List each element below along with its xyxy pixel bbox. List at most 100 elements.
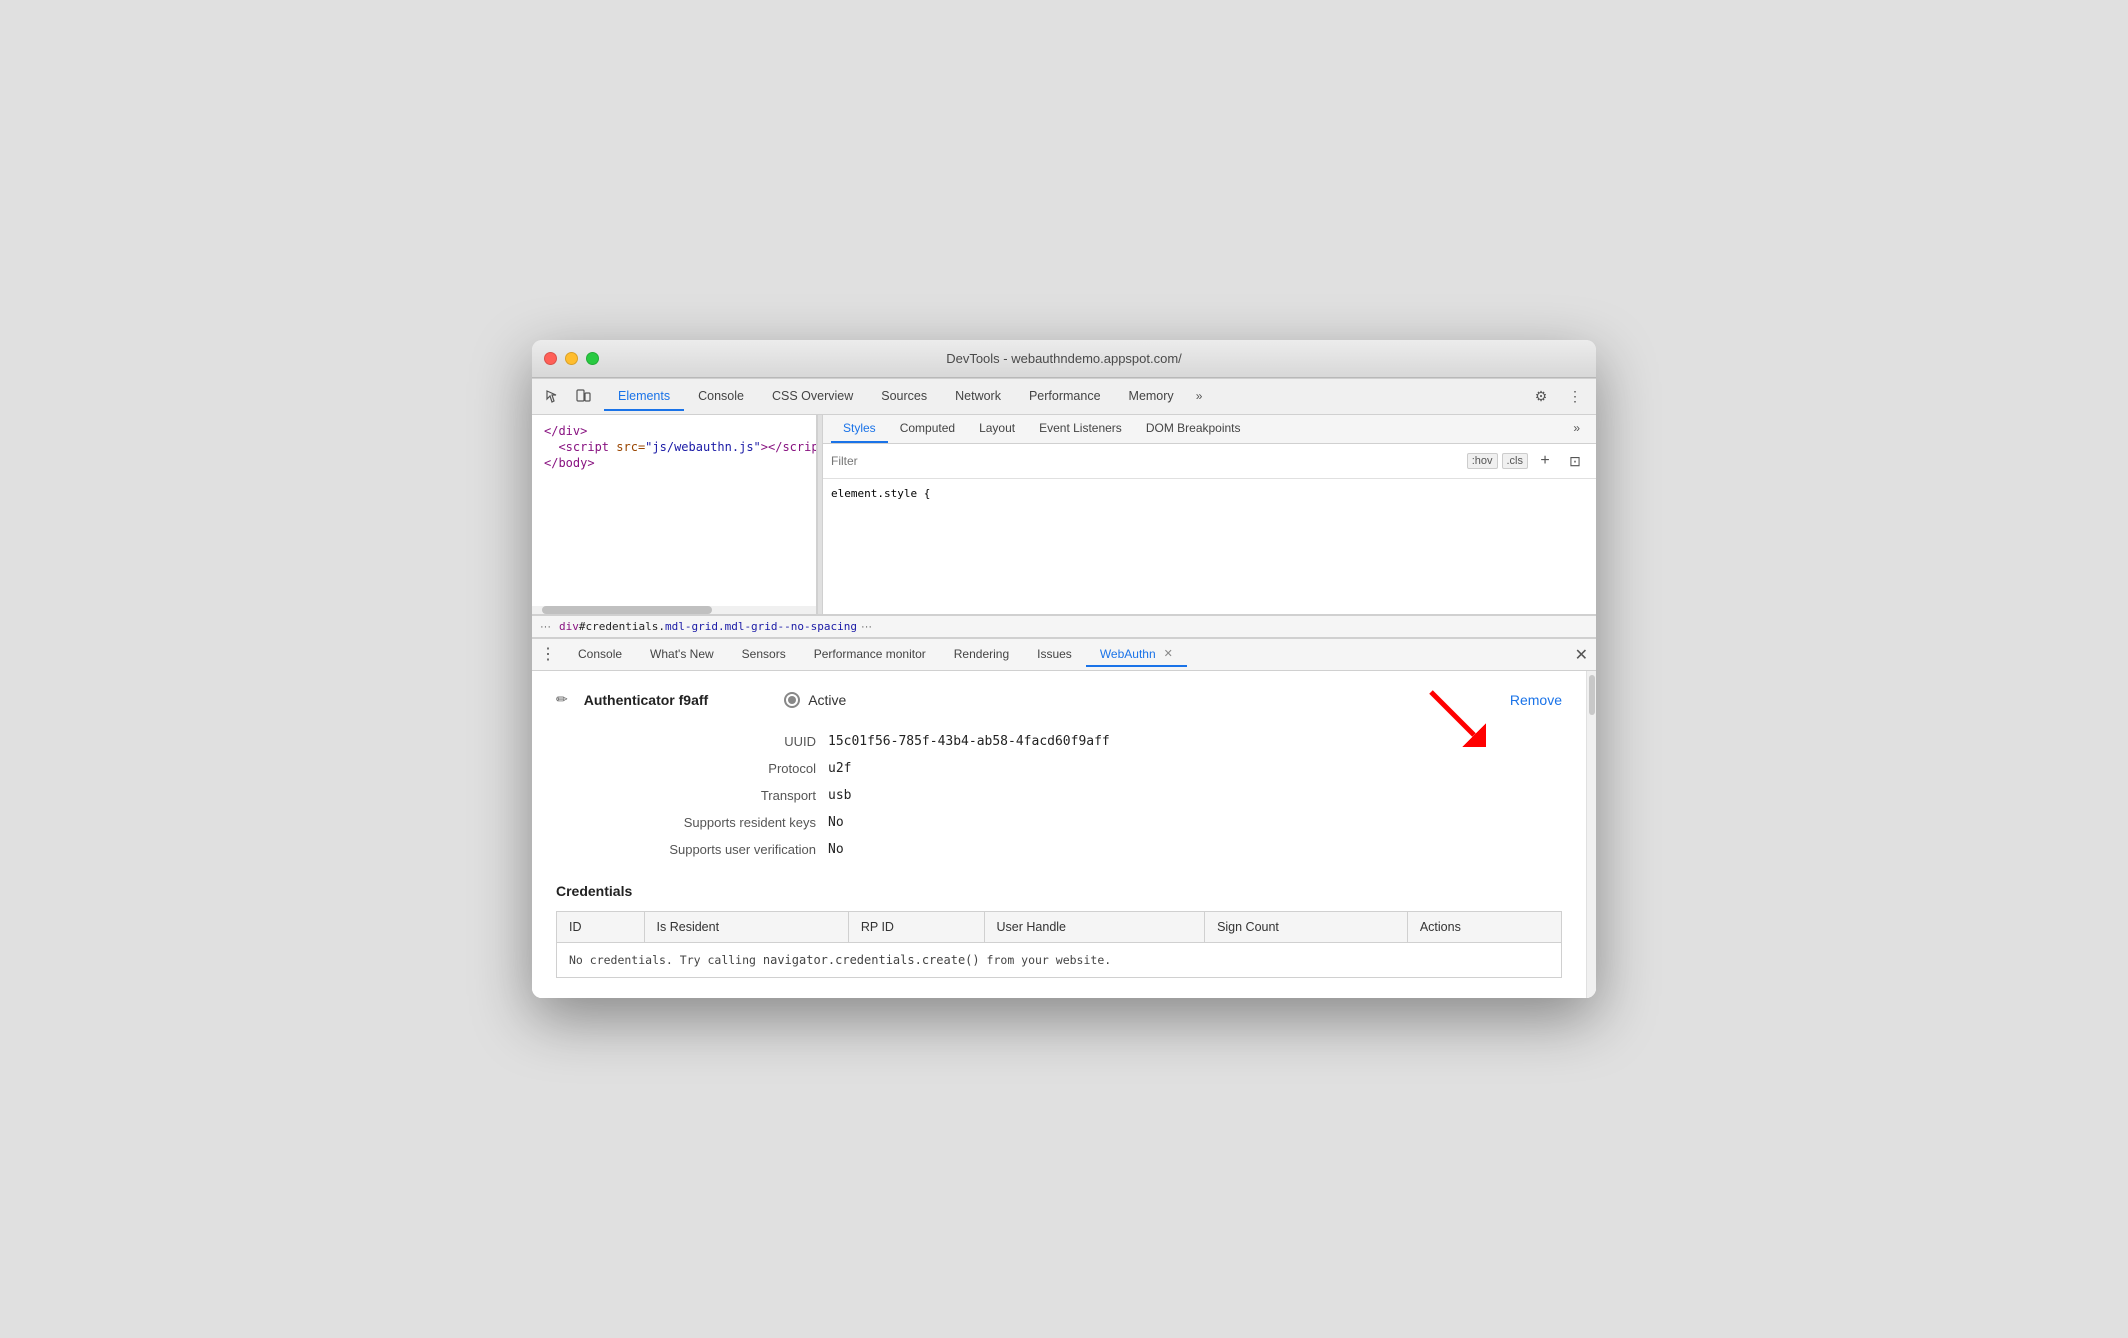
drawer-more-icon[interactable]: ⋮: [540, 647, 556, 663]
more-tabs-icon[interactable]: »: [1188, 383, 1211, 411]
credentials-empty-row: No credentials. Try calling navigator.cr…: [557, 943, 1562, 978]
close-button[interactable]: [544, 352, 557, 365]
styles-filter-input[interactable]: [831, 454, 1459, 468]
devtools-menu-icon[interactable]: ⋮: [1562, 384, 1588, 410]
breadcrumb-more[interactable]: ···: [861, 621, 872, 633]
prop-resident-value: No: [828, 815, 844, 830]
settings-icon[interactable]: ⚙: [1528, 384, 1554, 410]
radio-inner: [788, 696, 796, 704]
active-label: Active: [808, 692, 846, 708]
toolbar-right: ⚙ ⋮: [1528, 384, 1588, 410]
toolbar-icons: [540, 384, 596, 410]
styles-content: element.style {: [823, 479, 1596, 508]
active-radio-group: Active: [784, 692, 846, 708]
dom-horizontal-scrollbar[interactable]: [532, 606, 816, 614]
tab-css-overview[interactable]: CSS Overview: [758, 383, 867, 411]
traffic-lights: [544, 352, 599, 365]
webauthn-content: ✏ Authenticator f9aff Active Remove: [532, 671, 1586, 998]
tab-console[interactable]: Console: [684, 383, 758, 411]
breadcrumb-path: div#credentials.mdl-grid.mdl-grid--no-sp…: [559, 620, 857, 633]
breadcrumb-bar: ··· div#credentials.mdl-grid.mdl-grid--n…: [532, 615, 1596, 638]
drawer-close-button[interactable]: ✕: [1575, 645, 1588, 665]
maximize-button[interactable]: [586, 352, 599, 365]
credentials-table: ID Is Resident RP ID User Handle Sign Co…: [556, 911, 1562, 978]
prop-uuid-label: UUID: [636, 734, 816, 749]
dom-tag: </div>: [544, 424, 587, 438]
prop-transport-value: usb: [828, 788, 851, 803]
styles-filter-buttons: :hov .cls + ⊡: [1467, 448, 1588, 474]
breadcrumb-dots[interactable]: ···: [540, 621, 551, 633]
credentials-section: Credentials ID Is Resident RP ID User Ha…: [556, 883, 1562, 978]
styles-filter-bar: :hov .cls + ⊡: [823, 444, 1596, 479]
drawer-body: ✏ Authenticator f9aff Active Remove: [532, 671, 1596, 998]
drawer-scrollbar[interactable]: [1586, 671, 1596, 998]
title-bar: DevTools - webauthndemo.appspot.com/: [532, 340, 1596, 378]
window-title: DevTools - webauthndemo.appspot.com/: [946, 351, 1182, 366]
col-id: ID: [557, 912, 645, 943]
authenticator-header: ✏ Authenticator f9aff Active Remove: [556, 691, 1562, 708]
drawer-tab-issues[interactable]: Issues: [1023, 643, 1086, 667]
tab-computed[interactable]: Computed: [888, 415, 967, 443]
remove-button[interactable]: Remove: [1510, 692, 1562, 708]
main-content: </div> <script src="js/webauthn.js"></sc…: [532, 415, 1596, 615]
credentials-title: Credentials: [556, 883, 1562, 899]
scrollbar-thumb: [542, 606, 712, 614]
dom-pane: </div> <script src="js/webauthn.js"></sc…: [532, 415, 817, 614]
dom-line-script: <script src="js/webauthn.js"></script>: [536, 439, 812, 455]
device-toggle-icon[interactable]: [570, 384, 596, 410]
drawer-tab-whats-new[interactable]: What's New: [636, 643, 728, 667]
dom-line-body: </body>: [536, 455, 812, 471]
hov-button[interactable]: :hov: [1467, 453, 1498, 469]
top-tabs: Elements Console CSS Overview Sources Ne…: [604, 383, 1528, 411]
drawer-tab-console[interactable]: Console: [564, 643, 636, 667]
col-user-handle: User Handle: [984, 912, 1205, 943]
element-style-text: element.style {: [831, 487, 930, 500]
prop-uuid: UUID 15c01f56-785f-43b4-ab58-4facd60f9af…: [636, 728, 1562, 755]
devtools-container: Elements Console CSS Overview Sources Ne…: [532, 378, 1596, 998]
inspect-icon[interactable]: [540, 384, 566, 410]
tab-performance[interactable]: Performance: [1015, 383, 1115, 411]
cls-button[interactable]: .cls: [1502, 453, 1529, 469]
add-style-rule-icon[interactable]: +: [1532, 448, 1558, 474]
toggle-device-icon[interactable]: ⊡: [1562, 448, 1588, 474]
credentials-empty-message: No credentials. Try calling navigator.cr…: [557, 943, 1562, 978]
tab-elements[interactable]: Elements: [604, 383, 684, 411]
tab-dom-breakpoints[interactable]: DOM Breakpoints: [1134, 415, 1253, 443]
top-toolbar: Elements Console CSS Overview Sources Ne…: [532, 379, 1596, 415]
webauthn-tab-close[interactable]: ✕: [1164, 647, 1173, 660]
drawer-tab-performance-monitor[interactable]: Performance monitor: [800, 643, 940, 667]
tab-styles[interactable]: Styles: [831, 415, 888, 443]
col-actions: Actions: [1407, 912, 1561, 943]
styles-pane: Styles Computed Layout Event Listeners D…: [823, 415, 1596, 614]
drawer-tab-rendering[interactable]: Rendering: [940, 643, 1023, 667]
active-radio-button[interactable]: [784, 692, 800, 708]
prop-protocol-label: Protocol: [636, 761, 816, 776]
edit-icon[interactable]: ✏: [556, 691, 568, 708]
styles-more-tabs[interactable]: »: [1565, 415, 1588, 443]
prop-protocol-value: u2f: [828, 761, 851, 776]
prop-resident-label: Supports resident keys: [636, 815, 816, 830]
properties-table: UUID 15c01f56-785f-43b4-ab58-4facd60f9af…: [636, 728, 1562, 863]
devtools-window: DevTools - webauthndemo.appspot.com/: [532, 340, 1596, 998]
prop-uuid-value: 15c01f56-785f-43b4-ab58-4facd60f9aff: [828, 734, 1110, 749]
drawer-tab-sensors[interactable]: Sensors: [728, 643, 800, 667]
drawer-tabs-bar: ⋮ Console What's New Sensors Performance…: [532, 639, 1596, 671]
tab-sources[interactable]: Sources: [867, 383, 941, 411]
tab-memory[interactable]: Memory: [1115, 383, 1188, 411]
col-sign-count: Sign Count: [1205, 912, 1408, 943]
authenticator-name: Authenticator f9aff: [584, 692, 708, 708]
prop-resident-keys: Supports resident keys No: [636, 809, 1562, 836]
scrollbar-thumb: [1589, 675, 1595, 715]
tab-event-listeners[interactable]: Event Listeners: [1027, 415, 1134, 443]
tab-layout[interactable]: Layout: [967, 415, 1027, 443]
minimize-button[interactable]: [565, 352, 578, 365]
styles-tabs: Styles Computed Layout Event Listeners D…: [823, 415, 1596, 444]
tab-network[interactable]: Network: [941, 383, 1015, 411]
prop-protocol: Protocol u2f: [636, 755, 1562, 782]
prop-verification-label: Supports user verification: [636, 842, 816, 857]
drawer-tab-webauthn[interactable]: WebAuthn ✕: [1086, 643, 1187, 667]
prop-verification-value: No: [828, 842, 844, 857]
col-rp-id: RP ID: [848, 912, 984, 943]
col-is-resident: Is Resident: [644, 912, 848, 943]
prop-user-verification: Supports user verification No: [636, 836, 1562, 863]
